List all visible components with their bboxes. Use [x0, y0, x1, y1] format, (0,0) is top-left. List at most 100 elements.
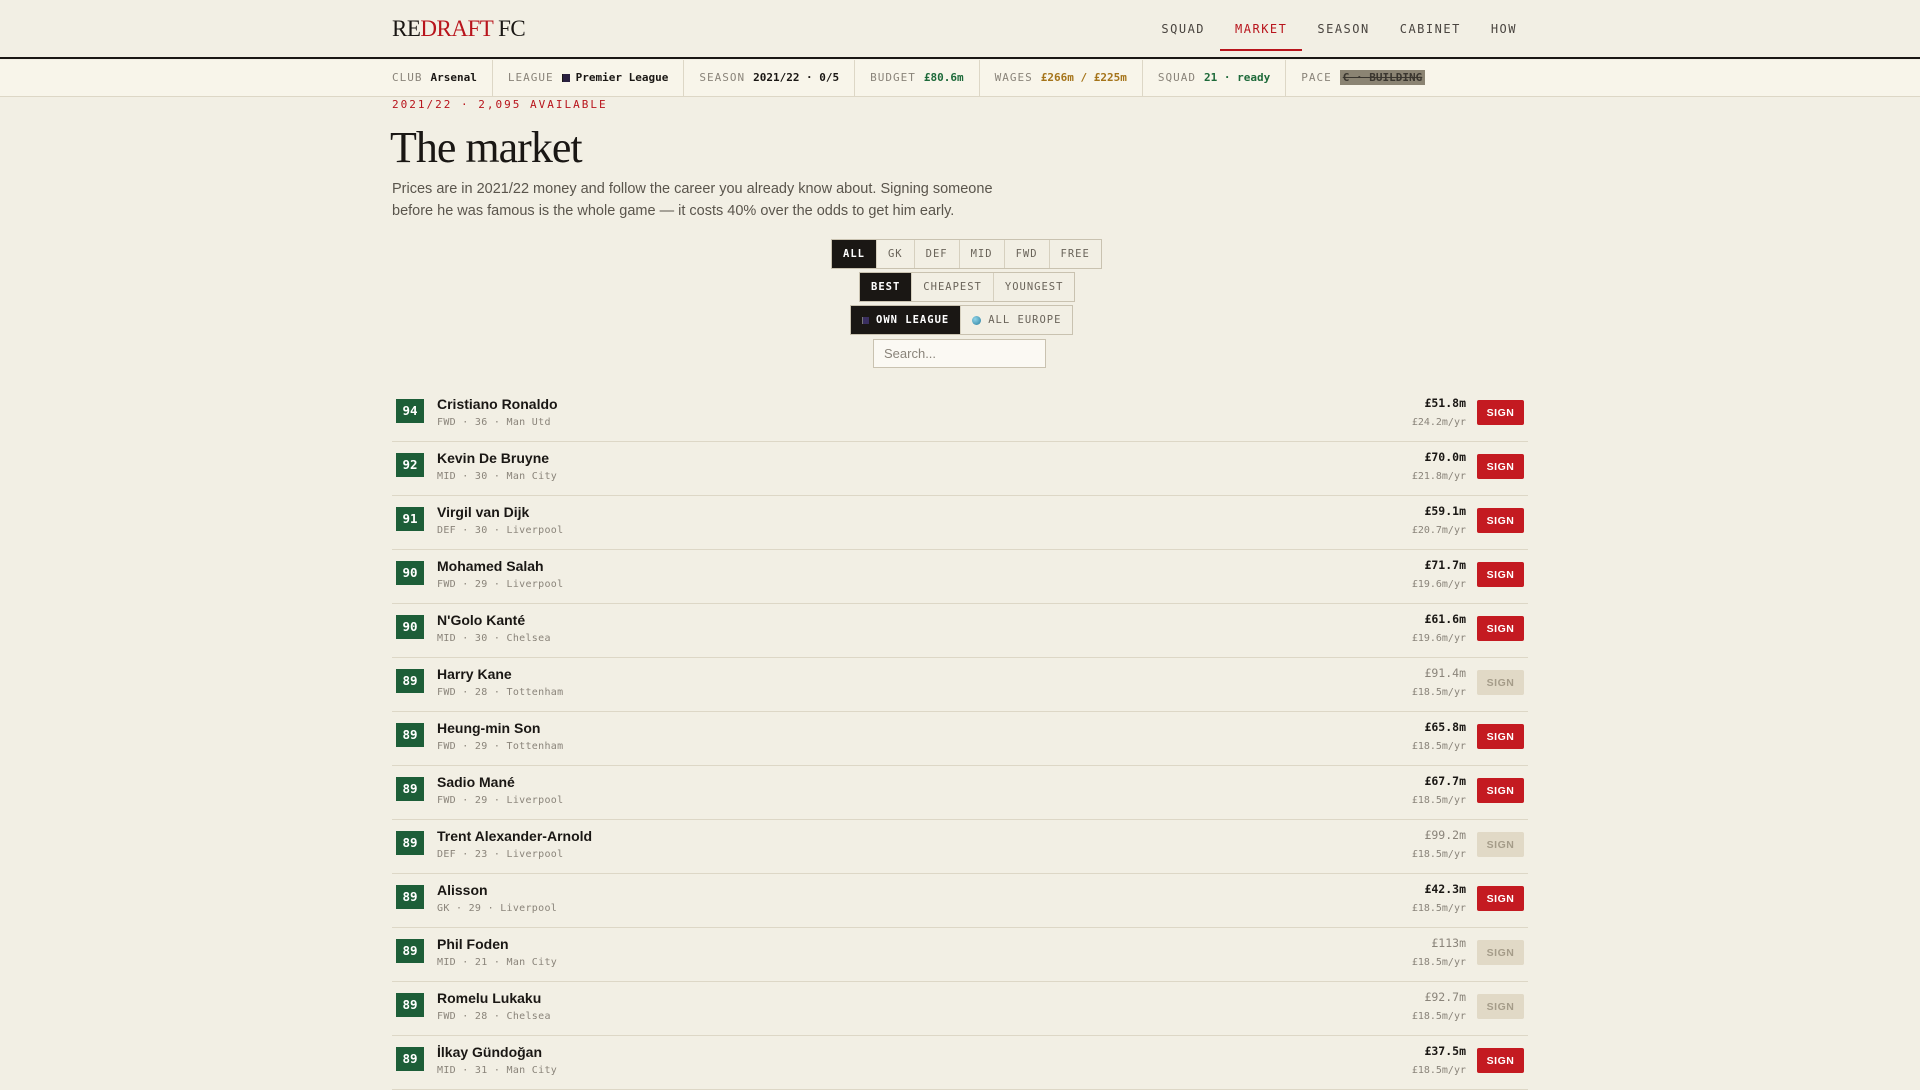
nav-squad[interactable]: SQUAD	[1146, 7, 1220, 51]
player-row[interactable]: 89 Romelu Lukaku FWD · 28 · Chelsea £92.7m £…	[392, 982, 1528, 1036]
filter-def[interactable]: DEF	[915, 240, 960, 268]
player-price: £99.2m	[1424, 828, 1466, 842]
player-name[interactable]: Virgil van Dijk	[437, 504, 529, 520]
main-nav: SQUAD MARKET SEASON CABINET HOW	[1146, 0, 1532, 57]
player-row[interactable]: 89 Phil Foden MID · 21 · Man City £113m £18.…	[392, 928, 1528, 982]
rating-badge: 90	[396, 615, 424, 639]
player-name[interactable]: Heung-min Son	[437, 720, 540, 736]
player-meta: MID · 30 · Man City	[437, 471, 558, 482]
sign-button[interactable]: SIGN	[1477, 1048, 1524, 1073]
filter-fwd[interactable]: FWD	[1005, 240, 1050, 268]
player-row[interactable]: 90 Mohamed Salah FWD · 29 · Liverpool £71.7…	[392, 550, 1528, 604]
player-wage: £19.6m/yr	[1411, 579, 1466, 590]
sign-button[interactable]: SIGN	[1477, 670, 1524, 695]
globe-icon	[972, 315, 982, 325]
player-price: £67.7m	[1424, 774, 1466, 788]
sign-button[interactable]: SIGN	[1477, 616, 1524, 641]
player-wage: £18.5m/yr	[1411, 795, 1466, 806]
rating-badge: 89	[396, 777, 424, 801]
filter-all[interactable]: ALL	[832, 240, 877, 268]
sign-button[interactable]: SIGN	[1477, 886, 1524, 911]
status-pace-badge: C · BUILDING	[1339, 70, 1426, 85]
player-name[interactable]: Trent Alexander-Arnold	[437, 828, 592, 844]
sign-button[interactable]: SIGN	[1477, 832, 1524, 857]
player-name[interactable]: Harry Kane	[437, 666, 512, 682]
nav-market[interactable]: MARKET	[1220, 7, 1303, 51]
player-price: £70.0m	[1424, 450, 1466, 464]
player-meta: FWD · 29 · Liverpool	[437, 579, 564, 590]
player-price: £71.7m	[1424, 558, 1466, 572]
status-pace: PACE C · BUILDING	[1286, 60, 1440, 96]
filter-gk[interactable]: GK	[877, 240, 915, 268]
player-name[interactable]: Romelu Lukaku	[437, 990, 541, 1006]
sign-button[interactable]: SIGN	[1477, 562, 1524, 587]
search-input[interactable]	[873, 339, 1046, 368]
player-row[interactable]: 89 Harry Kane FWD · 28 · Tottenham £91.4m £1…	[392, 658, 1528, 712]
status-squad-value: 21 · ready	[1204, 71, 1271, 84]
filter-mid[interactable]: MID	[960, 240, 1005, 268]
player-meta: DEF · 30 · Liverpool	[437, 525, 564, 536]
player-wage: £24.2m/yr	[1411, 417, 1466, 428]
status-club-value: Arsenal	[430, 71, 477, 84]
player-row[interactable]: 89 Heung-min Son FWD · 29 · Tottenham £65.8…	[392, 712, 1528, 766]
status-pace-label: PACE	[1301, 71, 1332, 84]
player-name[interactable]: Alisson	[437, 882, 488, 898]
player-wage: £18.5m/yr	[1411, 903, 1466, 914]
player-price: £92.7m	[1424, 990, 1466, 1004]
player-wage: £19.6m/yr	[1411, 633, 1466, 644]
rating-badge: 89	[396, 723, 424, 747]
market-eyebrow: 2021/22 · 2,095 AVAILABLE	[392, 98, 608, 111]
player-row[interactable]: 89 Alisson GK · 29 · Liverpool £42.3m £18.5m…	[392, 874, 1528, 928]
rating-badge: 89	[396, 939, 424, 963]
rating-badge: 89	[396, 669, 424, 693]
player-name[interactable]: N'Golo Kanté	[437, 612, 525, 628]
player-name[interactable]: Sadio Mané	[437, 774, 515, 790]
brand-part1: RE	[392, 16, 421, 41]
player-wage: £18.5m/yr	[1411, 1065, 1466, 1076]
player-row[interactable]: 92 Kevin De Bruyne MID · 30 · Man City £70.…	[392, 442, 1528, 496]
brand-logo[interactable]: REDRAFT FC	[392, 16, 526, 42]
sign-button[interactable]: SIGN	[1477, 454, 1524, 479]
player-name[interactable]: Cristiano Ronaldo	[437, 396, 558, 412]
sign-button[interactable]: SIGN	[1477, 994, 1524, 1019]
nav-season[interactable]: SEASON	[1302, 7, 1384, 51]
player-name[interactable]: Phil Foden	[437, 936, 509, 952]
status-league: LEAGUE Premier League	[493, 60, 685, 96]
player-row[interactable]: 90 N'Golo Kanté MID · 30 · Chelsea £61.6m £1…	[392, 604, 1528, 658]
rating-badge: 92	[396, 453, 424, 477]
sort-cheapest[interactable]: CHEAPEST	[912, 273, 994, 301]
player-name[interactable]: İlkay Gündoğan	[437, 1044, 542, 1060]
status-season-value: 2021/22 · 0/5	[753, 71, 840, 84]
page-title: The market	[390, 123, 583, 172]
status-club: CLUB Arsenal	[392, 60, 493, 96]
player-meta: FWD · 28 · Chelsea	[437, 1011, 551, 1022]
sign-button[interactable]: SIGN	[1477, 400, 1524, 425]
player-row[interactable]: 89 İlkay Gündoğan MID · 31 · Man City £37.5…	[392, 1036, 1528, 1090]
player-row[interactable]: 91 Virgil van Dijk DEF · 30 · Liverpool £59…	[392, 496, 1528, 550]
nav-cabinet[interactable]: CABINET	[1385, 7, 1476, 51]
nav-how[interactable]: HOW	[1476, 7, 1532, 51]
filter-free[interactable]: FREE	[1050, 240, 1101, 268]
scope-own-league[interactable]: OWN LEAGUE	[851, 306, 962, 334]
player-row[interactable]: 89 Sadio Mané FWD · 29 · Liverpool £67.7m £1…	[392, 766, 1528, 820]
player-meta: MID · 31 · Man City	[437, 1065, 558, 1076]
sort-youngest[interactable]: YOUNGEST	[994, 273, 1075, 301]
player-wage: £18.5m/yr	[1411, 957, 1466, 968]
player-name[interactable]: Kevin De Bruyne	[437, 450, 549, 466]
player-row[interactable]: 89 Trent Alexander-Arnold DEF · 23 · Liver…	[392, 820, 1528, 874]
rating-badge: 89	[396, 1047, 424, 1071]
sign-button[interactable]: SIGN	[1477, 940, 1524, 965]
player-name[interactable]: Mohamed Salah	[437, 558, 544, 574]
status-squad-label: SQUAD	[1157, 71, 1197, 84]
player-meta: MID · 21 · Man City	[437, 957, 558, 968]
sign-button[interactable]: SIGN	[1477, 508, 1524, 533]
sign-button[interactable]: SIGN	[1477, 724, 1524, 749]
scope-all-europe[interactable]: ALL EUROPE	[961, 306, 1072, 334]
sign-button[interactable]: SIGN	[1477, 778, 1524, 803]
rating-badge: 91	[396, 507, 424, 531]
status-budget-label: BUDGET	[870, 71, 916, 84]
player-price: £37.5m	[1424, 1044, 1466, 1058]
player-price: £59.1m	[1424, 504, 1466, 518]
sort-best[interactable]: BEST	[860, 273, 913, 301]
player-row[interactable]: 94 Cristiano Ronaldo FWD · 36 · Man Utd £51…	[392, 388, 1528, 442]
